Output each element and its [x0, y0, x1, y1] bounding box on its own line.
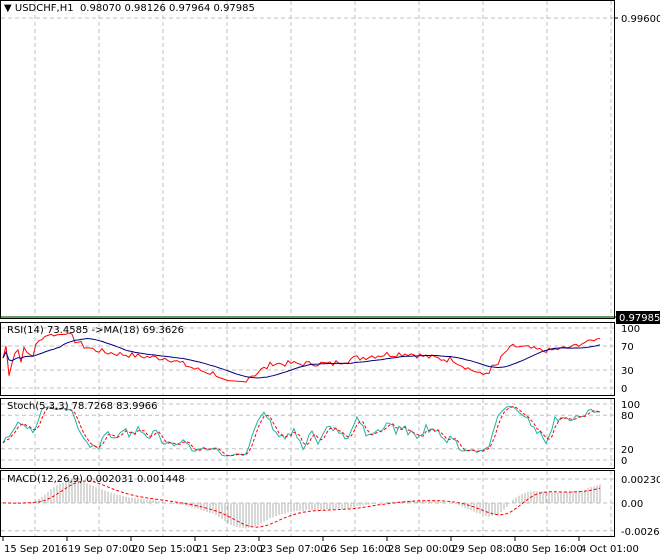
indicator-level-label: 30 — [621, 366, 634, 377]
time-label: 28 Sep 00:00 — [388, 544, 455, 555]
rsi-ma-line — [2, 337, 601, 379]
indicator-level-label: -0.002671 — [621, 527, 660, 538]
time-label: 20 Sep 15:00 — [132, 544, 199, 555]
rsi-line — [2, 332, 601, 383]
indicator-level-label: 0.002306 — [621, 475, 660, 486]
indicator-level-label: 0 — [621, 384, 627, 395]
price-label: 0.99600 — [621, 14, 660, 25]
indicator-level-label: 80 — [621, 411, 634, 422]
time-label: 4 Oct 01:00 — [580, 544, 639, 555]
indicator-level-label: 0.00 — [621, 499, 643, 510]
current-price-label: 0.97985 — [619, 313, 660, 324]
time-label: 23 Sep 07:00 — [260, 544, 327, 555]
time-label: 15 Sep 2016 — [4, 544, 67, 555]
indicator-level-label: 0 — [621, 456, 627, 467]
time-label: 30 Sep 16:00 — [516, 544, 583, 555]
time-label: 21 Sep 23:00 — [196, 544, 263, 555]
stoch-title: Stoch(5,3,3) 78.7268 83.9966 — [7, 401, 158, 412]
time-label: 26 Sep 16:00 — [324, 544, 391, 555]
rsi-title: RSI(14) 73.4585 ->MA(18) 69.3626 — [7, 325, 184, 336]
indicator-level-label: 100 — [621, 400, 640, 411]
chart-window: 15 Sep 2016 19 Sep 07:00 20 Sep 15:00 21 Se… — [0, 0, 660, 560]
symbol-label: USDCHF,H1 — [14, 3, 74, 14]
main-pane-frame — [0, 0, 615, 319]
ohlc-values: 0.98070 0.98126 0.97964 0.97985 — [79, 3, 255, 14]
macd-title: MACD(12,26,9) 0.002031 0.001448 — [7, 474, 185, 485]
time-label: 19 Sep 07:00 — [68, 544, 135, 555]
indicator-level-label: 100 — [621, 324, 640, 335]
indicator-level-label: 20 — [621, 445, 634, 456]
symbol-header: ▼ USDCHF,H1 0.98070 0.98126 0.97964 0.97… — [4, 3, 255, 15]
time-label: 29 Sep 08:00 — [452, 544, 519, 555]
collapse-icon[interactable]: ▼ — [4, 3, 12, 14]
indicator-level-label: 70 — [621, 342, 634, 353]
